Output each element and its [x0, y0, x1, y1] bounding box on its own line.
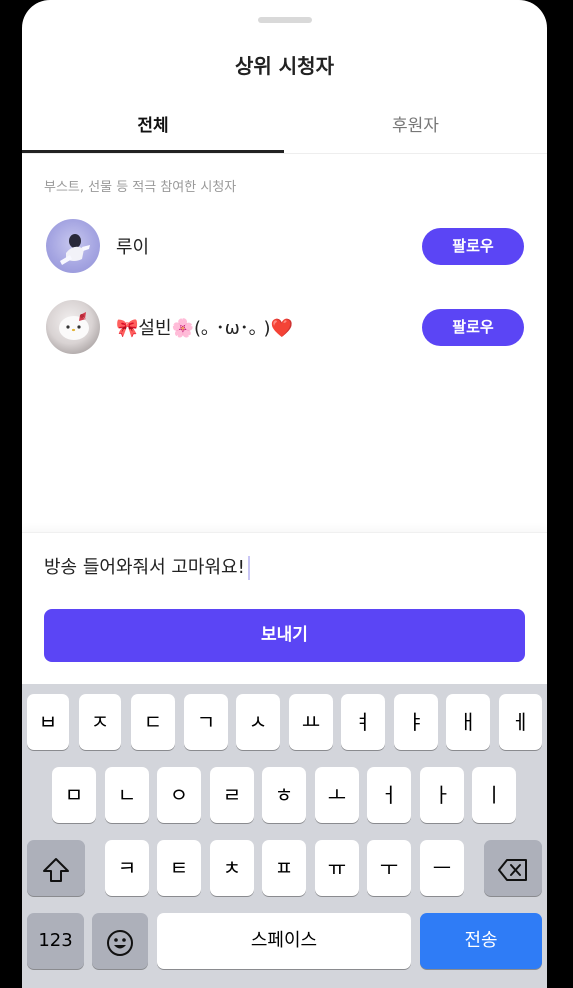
shift-key[interactable]	[27, 840, 85, 896]
tab-sponsors[interactable]: 후원자	[284, 106, 547, 152]
follow-button[interactable]: 팔로우	[422, 228, 524, 265]
tab-all[interactable]: 전체	[22, 106, 284, 152]
avatar-figure-icon	[60, 234, 90, 265]
key-j[interactable]: ㅈ	[79, 694, 121, 750]
space-key[interactable]: 스페이스	[157, 913, 411, 969]
send-button[interactable]: 보내기	[44, 609, 525, 662]
emoji-icon	[107, 929, 133, 956]
follow-button[interactable]: 팔로우	[422, 309, 524, 346]
viewer-row[interactable]: 루이 팔로우	[46, 219, 524, 275]
list-description: 부스트, 선물 등 적극 참여한 시청자	[44, 180, 237, 195]
sheet-title: 상위 시청자	[235, 54, 334, 78]
key-yeo[interactable]: ㅕ	[341, 694, 385, 750]
key-eo[interactable]: ㅓ	[367, 767, 411, 823]
key-s[interactable]: ㅅ	[236, 694, 280, 750]
key-m[interactable]: ㅁ	[52, 767, 96, 823]
key-h[interactable]: ㅎ	[262, 767, 306, 823]
top-viewers-sheet: 상위 시청자 전체 후원자 부스트, 선물 등 적극 참여한 시청자 루이 팔로…	[22, 0, 547, 988]
backspace-icon	[498, 858, 527, 881]
text-caret	[247, 556, 250, 580]
key-yu[interactable]: ㅠ	[315, 840, 359, 896]
key-g[interactable]: ㄱ	[184, 694, 228, 750]
return-key[interactable]: 전송	[420, 913, 542, 969]
emoji-key[interactable]	[92, 913, 148, 969]
key-i[interactable]: ㅣ	[472, 767, 516, 823]
key-d[interactable]: ㄷ	[131, 694, 175, 750]
numbers-key[interactable]: 123	[27, 913, 84, 969]
key-ch[interactable]: ㅊ	[210, 840, 254, 896]
backspace-key[interactable]	[484, 840, 542, 896]
viewer-name: 🎀설빈🌸(｡ ･ω･｡ )❤️	[116, 318, 293, 339]
sheet-grabber[interactable]	[258, 17, 312, 23]
key-ya[interactable]: ㅑ	[394, 694, 438, 750]
key-p[interactable]: ㅍ	[262, 840, 306, 896]
key-o[interactable]: ㅗ	[315, 767, 359, 823]
key-ae[interactable]: ㅐ	[446, 694, 490, 750]
shift-icon	[43, 857, 69, 882]
message-input[interactable]: 방송 들어와줘서 고마워요!	[44, 553, 250, 580]
avatar[interactable]	[46, 219, 100, 273]
key-t[interactable]: ㅌ	[157, 840, 201, 896]
message-text: 방송 들어와줘서 고마워요!	[44, 557, 245, 578]
key-a[interactable]: ㅏ	[420, 767, 464, 823]
avatar-plush-icon	[59, 312, 89, 340]
key-e[interactable]: ㅔ	[499, 694, 542, 750]
key-n[interactable]: ㄴ	[105, 767, 149, 823]
key-ng[interactable]: ㅇ	[157, 767, 201, 823]
message-composer: 방송 들어와줘서 고마워요! 보내기	[22, 532, 547, 684]
key-b[interactable]: ㅂ	[27, 694, 69, 750]
viewer-row[interactable]: 🎀설빈🌸(｡ ･ω･｡ )❤️ 팔로우	[46, 300, 524, 356]
key-k[interactable]: ㅋ	[105, 840, 149, 896]
active-tab-indicator	[22, 150, 284, 153]
tab-bar: 전체 후원자	[22, 106, 547, 154]
viewer-name: 루이	[116, 237, 150, 258]
key-yo[interactable]: ㅛ	[289, 694, 333, 750]
avatar[interactable]	[46, 300, 100, 354]
key-eu[interactable]: ㅡ	[420, 840, 464, 896]
key-r[interactable]: ㄹ	[210, 767, 254, 823]
key-u[interactable]: ㅜ	[367, 840, 411, 896]
korean-keyboard: ㅂ ㅈ ㄷ ㄱ ㅅ ㅛ ㅕ ㅑ ㅐ ㅔ ㅁ ㄴ ㅇ ㄹ ㅎ ㅗ ㅓ ㅏ ㅣ ㅋ …	[22, 684, 547, 988]
